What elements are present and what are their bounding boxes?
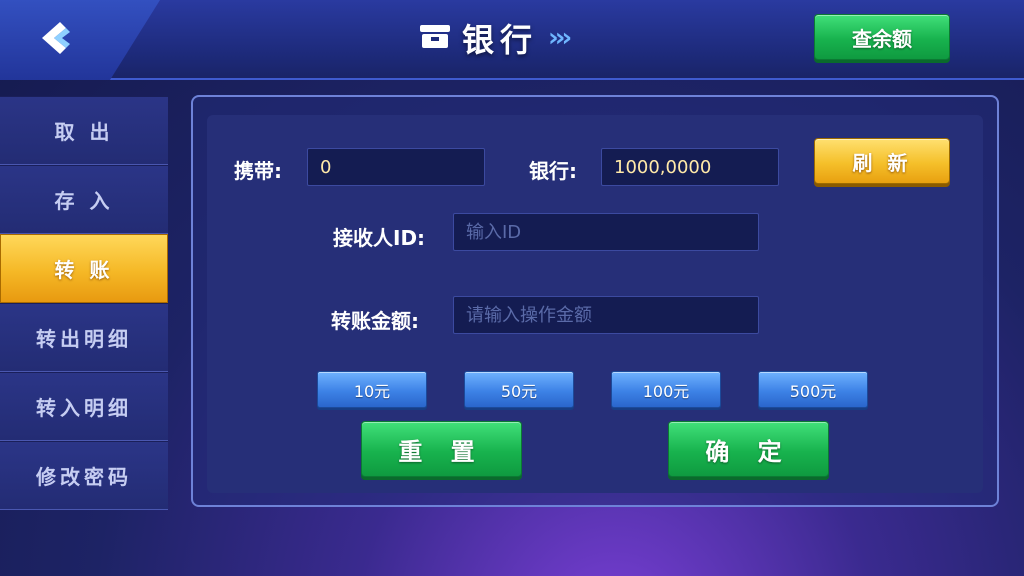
title-text: 银行 bbox=[462, 21, 539, 59]
back-arrow-icon bbox=[36, 18, 76, 62]
transfer-amount-input[interactable] bbox=[453, 296, 759, 334]
back-button[interactable] bbox=[0, 0, 160, 80]
carry-label: 携带: bbox=[234, 159, 282, 183]
carry-value: 0 bbox=[307, 148, 485, 186]
reset-button[interactable]: 重 置 bbox=[361, 421, 522, 477]
sidebar-item-change-password[interactable]: 修改密码 bbox=[0, 441, 168, 510]
page-title: 银行 ››› bbox=[418, 18, 572, 59]
quick-amount-10-button[interactable]: 10元 bbox=[317, 371, 427, 408]
receiver-id-input[interactable] bbox=[453, 213, 759, 251]
bank-icon bbox=[418, 21, 452, 55]
transfer-amount-label: 转账金额: bbox=[331, 309, 419, 333]
sidebar-item-transfer-out-history[interactable]: 转出明细 bbox=[0, 303, 168, 372]
title-arrows-icon: ››› bbox=[548, 23, 572, 53]
sidebar-item-withdraw[interactable]: 取 出 bbox=[0, 96, 168, 165]
sidebar-item-deposit[interactable]: 存 入 bbox=[0, 165, 168, 234]
quick-amount-100-button[interactable]: 100元 bbox=[611, 371, 721, 408]
bank-value: 1000,0000 bbox=[601, 148, 779, 186]
top-bar: 银行 ››› 查余额 bbox=[0, 0, 1024, 80]
sidebar: 取 出 存 入 转 账 转出明细 转入明细 修改密码 bbox=[0, 96, 168, 510]
query-balance-button[interactable]: 查余额 bbox=[814, 14, 950, 60]
confirm-button[interactable]: 确 定 bbox=[668, 421, 829, 477]
sidebar-item-transfer-in-history[interactable]: 转入明细 bbox=[0, 372, 168, 441]
quick-amount-500-button[interactable]: 500元 bbox=[758, 371, 868, 408]
sidebar-item-transfer[interactable]: 转 账 bbox=[0, 234, 168, 303]
quick-amount-50-button[interactable]: 50元 bbox=[464, 371, 574, 408]
bank-label: 银行: bbox=[529, 159, 577, 183]
refresh-button[interactable]: 刷 新 bbox=[814, 138, 950, 184]
receiver-id-label: 接收人ID: bbox=[333, 226, 426, 250]
